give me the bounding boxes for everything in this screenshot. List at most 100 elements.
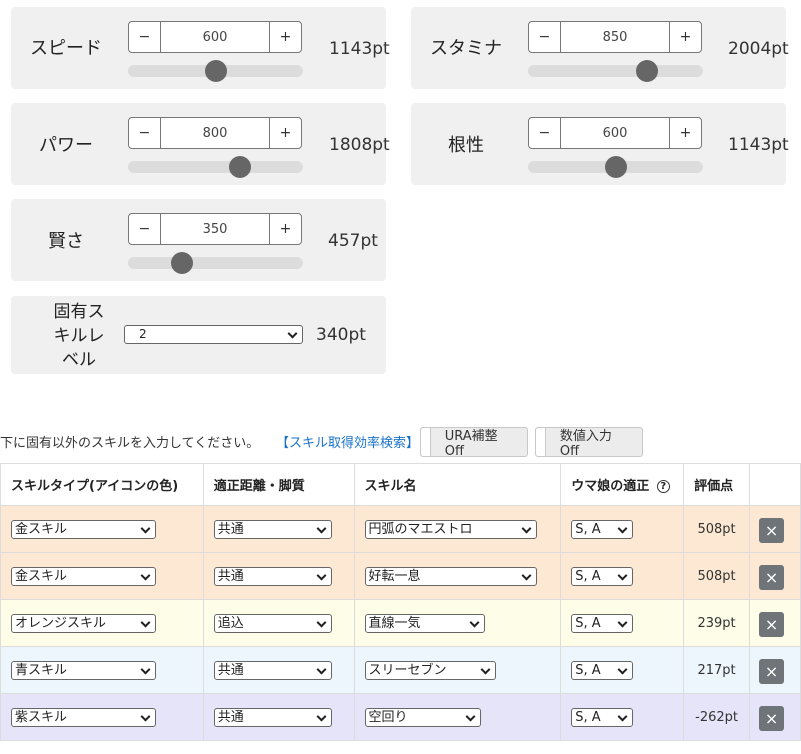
aptitude-cell: S, A [560, 599, 685, 647]
skills-table: スキルタイプ(アイコンの色) 適正距離・脚質 スキル名 ウマ娘の適正 ? 評価点… [0, 463, 801, 741]
skill-name-select[interactable]: 好転一息 [364, 567, 537, 586]
guts-slider[interactable] [528, 156, 703, 178]
speed-slider[interactable] [128, 60, 303, 82]
close-icon: × [764, 521, 779, 540]
close-icon: × [764, 615, 779, 634]
skill-name-value: 好転一息 [368, 569, 421, 584]
help-icon[interactable]: ? [656, 480, 670, 493]
stamina-slider-thumb[interactable] [636, 60, 658, 82]
speed-value-input[interactable]: 600 [161, 21, 269, 53]
guts-increment-button[interactable]: + [669, 117, 702, 149]
skill-type-cell: 青スキル [0, 646, 204, 694]
skill-type-select[interactable]: 金スキル [11, 567, 156, 586]
stamina-increment-button[interactable]: + [669, 21, 702, 53]
ura-correction-toggle-label: URA補整Off [444, 429, 498, 459]
power-slider[interactable] [128, 156, 303, 178]
chevron-down-icon [469, 617, 479, 628]
chevron-down-icon [480, 664, 490, 675]
skill-name-select[interactable]: スリーセブン [364, 661, 496, 680]
close-icon: × [764, 709, 779, 728]
aptitude-select[interactable]: S, A [571, 661, 634, 680]
delete-skill-button[interactable]: × [759, 565, 785, 590]
skill-name-select[interactable]: 円弧のマエストロ [364, 520, 537, 539]
wisdom-decrement-button[interactable]: − [128, 213, 161, 245]
skill-type-select[interactable]: 金スキル [11, 520, 156, 539]
guts-stepper[interactable]: − 600 + [528, 117, 702, 149]
distance-value: 追込 [217, 616, 244, 631]
wisdom-slider[interactable] [128, 252, 303, 274]
stamina-value-input[interactable]: 850 [561, 21, 669, 53]
power-decrement-button[interactable]: − [128, 117, 161, 149]
power-increment-button[interactable]: + [269, 117, 302, 149]
aptitude-select[interactable]: S, A [571, 708, 634, 727]
skill-score: 239pt [683, 599, 751, 647]
header-aptitude-label: ウマ娘の適正 [571, 479, 650, 494]
power-value-input[interactable]: 800 [161, 117, 269, 149]
chevron-down-icon [140, 570, 151, 581]
header-score: 評価点 [683, 463, 751, 506]
unique-skill-label: 固有ス キルレ ベル [38, 300, 120, 372]
stamina-label: スタミナ [430, 38, 502, 59]
skill-name-select[interactable]: 直線一気 [364, 614, 485, 633]
power-stepper[interactable]: − 800 + [128, 117, 302, 149]
distance-cell: 追込 [202, 599, 355, 647]
wisdom-increment-button[interactable]: + [269, 213, 302, 245]
aptitude-select[interactable]: S, A [571, 614, 634, 633]
power-slider-thumb[interactable] [229, 156, 251, 178]
chevron-down-icon [316, 570, 327, 581]
close-icon: × [764, 568, 779, 587]
ura-correction-toggle[interactable]: URA補整Off [420, 427, 528, 459]
aptitude-select[interactable]: S, A [571, 567, 634, 586]
chevron-down-icon [617, 711, 628, 722]
actions-cell: × [749, 599, 801, 647]
speed-increment-button[interactable]: + [269, 21, 302, 53]
aptitude-select[interactable]: S, A [571, 520, 634, 539]
guts-decrement-button[interactable]: − [528, 117, 561, 149]
unique-skill-label-line: ベル [62, 350, 96, 370]
guts-value-input[interactable]: 600 [561, 117, 669, 149]
distance-select[interactable]: 共通 [213, 567, 332, 586]
speed-slider-thumb[interactable] [204, 60, 227, 82]
table-row: 金スキル 共通 円弧のマエストロ S, A 508pt × [0, 505, 801, 553]
chevron-down-icon [617, 617, 628, 628]
distance-cell: 共通 [202, 505, 355, 553]
distance-select[interactable]: 追込 [213, 614, 332, 633]
chevron-down-icon [316, 711, 327, 722]
aptitude-cell: S, A [560, 646, 685, 694]
wisdom-value-input[interactable]: 350 [161, 213, 269, 245]
skill-type-select[interactable]: オレンジスキル [11, 614, 156, 633]
skill-name-select[interactable]: 空回り [364, 708, 481, 727]
speed-stepper[interactable]: − 600 + [128, 21, 302, 53]
skill-type-select[interactable]: 紫スキル [11, 708, 156, 727]
skill-name-value: 直線一気 [368, 616, 421, 631]
chevron-down-icon [287, 328, 298, 339]
wisdom-stepper[interactable]: − 350 + [128, 213, 302, 245]
delete-skill-button[interactable]: × [759, 518, 785, 543]
skill-score: 508pt [683, 552, 751, 600]
close-icon: × [764, 662, 779, 681]
distance-select[interactable]: 共通 [213, 520, 332, 539]
chevron-down-icon [617, 664, 628, 675]
delete-skill-button[interactable]: × [759, 612, 785, 637]
distance-value: 共通 [217, 569, 244, 584]
stamina-decrement-button[interactable]: − [528, 21, 561, 53]
stamina-slider[interactable] [528, 60, 703, 82]
delete-skill-button[interactable]: × [759, 706, 785, 731]
skill-type-value: 紫スキル [15, 710, 68, 725]
aptitude-cell: S, A [560, 505, 685, 553]
numeric-input-toggle[interactable]: 数値入力Off [535, 427, 643, 459]
unique-skill-level-select[interactable]: 2 [124, 325, 303, 344]
delete-skill-button[interactable]: × [759, 659, 785, 684]
speed-decrement-button[interactable]: − [128, 21, 161, 53]
unique-skill-level-value: 2 [139, 327, 147, 341]
skill-input-instructions: 下に固有以外のスキルを入力してください。 [0, 436, 260, 451]
speed-points: 1143pt [329, 39, 390, 59]
guts-slider-thumb[interactable] [604, 156, 627, 178]
skill-efficiency-search-link[interactable]: 【スキル取得効率検索】 [276, 432, 419, 451]
stamina-stepper[interactable]: − 850 + [528, 21, 702, 53]
aptitude-cell: S, A [560, 552, 685, 600]
distance-cell: 共通 [202, 646, 355, 694]
distance-select[interactable]: 共通 [213, 661, 332, 680]
distance-select[interactable]: 共通 [213, 708, 332, 727]
skill-type-select[interactable]: 青スキル [11, 661, 156, 680]
